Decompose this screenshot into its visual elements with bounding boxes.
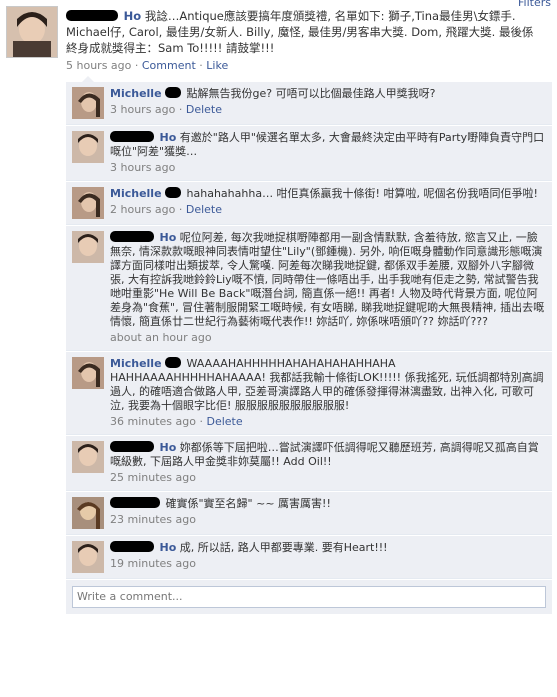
avatar[interactable] (72, 131, 104, 163)
delete-link[interactable]: Delete (186, 203, 222, 216)
comment-item: Michelle hahahahahha… 咁佢真係贏我十條街! 咁算啦, 呢個… (66, 182, 552, 225)
comment-text: 確實係"實至名歸" ~~ 厲害厲害!! (165, 497, 331, 510)
comment-item: 確實係"實至名歸" ~~ 厲害厲害!! 23 minutes ago (66, 492, 552, 535)
comment-list: Michelle 點解無告我份ge? 可唔可以比個最佳路人甲獎我呀? 3 hou… (66, 82, 552, 614)
comment-time: about an hour ago (110, 331, 212, 344)
profile-photo-icon (72, 541, 104, 573)
redacted-name (165, 187, 182, 198)
post-time: 5 hours ago (66, 59, 132, 72)
comment-link[interactable]: Comment (142, 59, 196, 72)
profile-photo-icon (72, 187, 104, 219)
comment-author[interactable]: Michelle (110, 187, 162, 200)
avatar[interactable] (72, 87, 104, 119)
profile-photo-icon (72, 497, 104, 529)
redacted-name (165, 87, 182, 98)
redacted-name (110, 497, 160, 508)
comment-time: 36 minutes ago (110, 415, 196, 428)
redacted-name (165, 357, 182, 368)
delete-link[interactable]: Delete (206, 415, 242, 428)
comment-item: Ho 成, 所以話, 路人甲都要專業. 要有Heart!!! 19 minute… (66, 536, 552, 579)
comment-author[interactable]: Ho (160, 131, 177, 144)
comment-time: 3 hours ago (110, 103, 176, 116)
comment-text: 呢位阿差, 每次我哋捉棋嘢陣都用一副含情默默, 含羞待放, 慾言又止, 一臉無奈… (110, 231, 545, 328)
redacted-name (66, 10, 118, 21)
comment-item: Michelle WAAAAHAHHHHHAHAHAHAHAHHAHA HAHH… (66, 352, 552, 435)
avatar[interactable] (72, 497, 104, 529)
comment-time: 2 hours ago (110, 203, 176, 216)
comment-text: 點解無告我份ge? 可唔可以比個最佳路人甲獎我呀? (186, 87, 436, 100)
delete-link[interactable]: Delete (186, 103, 222, 116)
redacted-name (110, 131, 154, 142)
profile-photo-icon (72, 231, 104, 263)
comment-item: Ho 有邀於"路人甲"候選名單太多, 大會最終決定由平時有Party嘢陣負責守門… (66, 126, 552, 181)
comment-author[interactable]: Michelle (110, 87, 162, 100)
comment-time: 25 minutes ago (110, 471, 196, 484)
profile-photo-icon (72, 87, 104, 119)
redacted-name (110, 441, 154, 452)
comment-author[interactable]: Ho (160, 541, 177, 554)
comment-author[interactable]: Michelle (110, 357, 162, 370)
comment-time: 19 minutes ago (110, 557, 196, 570)
like-link[interactable]: Like (206, 59, 228, 72)
comment-item: Ho 呢位阿差, 每次我哋捉棋嘢陣都用一副含情默默, 含羞待放, 慾言又止, 一… (66, 226, 552, 351)
comment-text: 有邀於"路人甲"候選名單太多, 大會最終決定由平時有Party嘢陣負責守門口嘅位… (110, 131, 545, 158)
comment-item: Michelle 點解無告我份ge? 可唔可以比個最佳路人甲獎我呀? 3 hou… (66, 82, 552, 125)
post-author[interactable]: Ho (124, 9, 142, 23)
avatar[interactable] (72, 541, 104, 573)
avatar[interactable] (72, 187, 104, 219)
comment-text: 成, 所以話, 路人甲都要專業. 要有Heart!!! (179, 541, 388, 554)
comment-author[interactable]: Ho (160, 231, 177, 244)
avatar[interactable] (6, 6, 58, 58)
avatar[interactable] (72, 231, 104, 263)
profile-photo-icon (72, 357, 104, 389)
redacted-name (110, 231, 154, 242)
avatar[interactable] (72, 441, 104, 473)
profile-photo-icon (72, 131, 104, 163)
redacted-name (110, 541, 154, 552)
profile-photo-icon (72, 441, 104, 473)
comment-author[interactable]: Ho (160, 441, 177, 454)
comment-item: Ho 妳都係等下屆把啦…嘗試演譯吓低調得呢又聽歷班芳, 高調得呢又孤高自賞嘅級數… (66, 436, 552, 491)
post-meta: 5 hours ago · Comment · Like (66, 59, 229, 72)
avatar[interactable] (72, 357, 104, 389)
comment-text: hahahahahha… 咁佢真係贏我十條街! 咁算啦, 呢個名份我唔同佢爭啦! (186, 187, 538, 200)
comment-input[interactable]: Write a comment... (72, 586, 546, 608)
write-comment-box: Write a comment... (66, 580, 552, 614)
comment-time: 23 minutes ago (110, 513, 196, 526)
comment-time: 3 hours ago (110, 161, 176, 174)
profile-photo-icon (7, 7, 57, 57)
